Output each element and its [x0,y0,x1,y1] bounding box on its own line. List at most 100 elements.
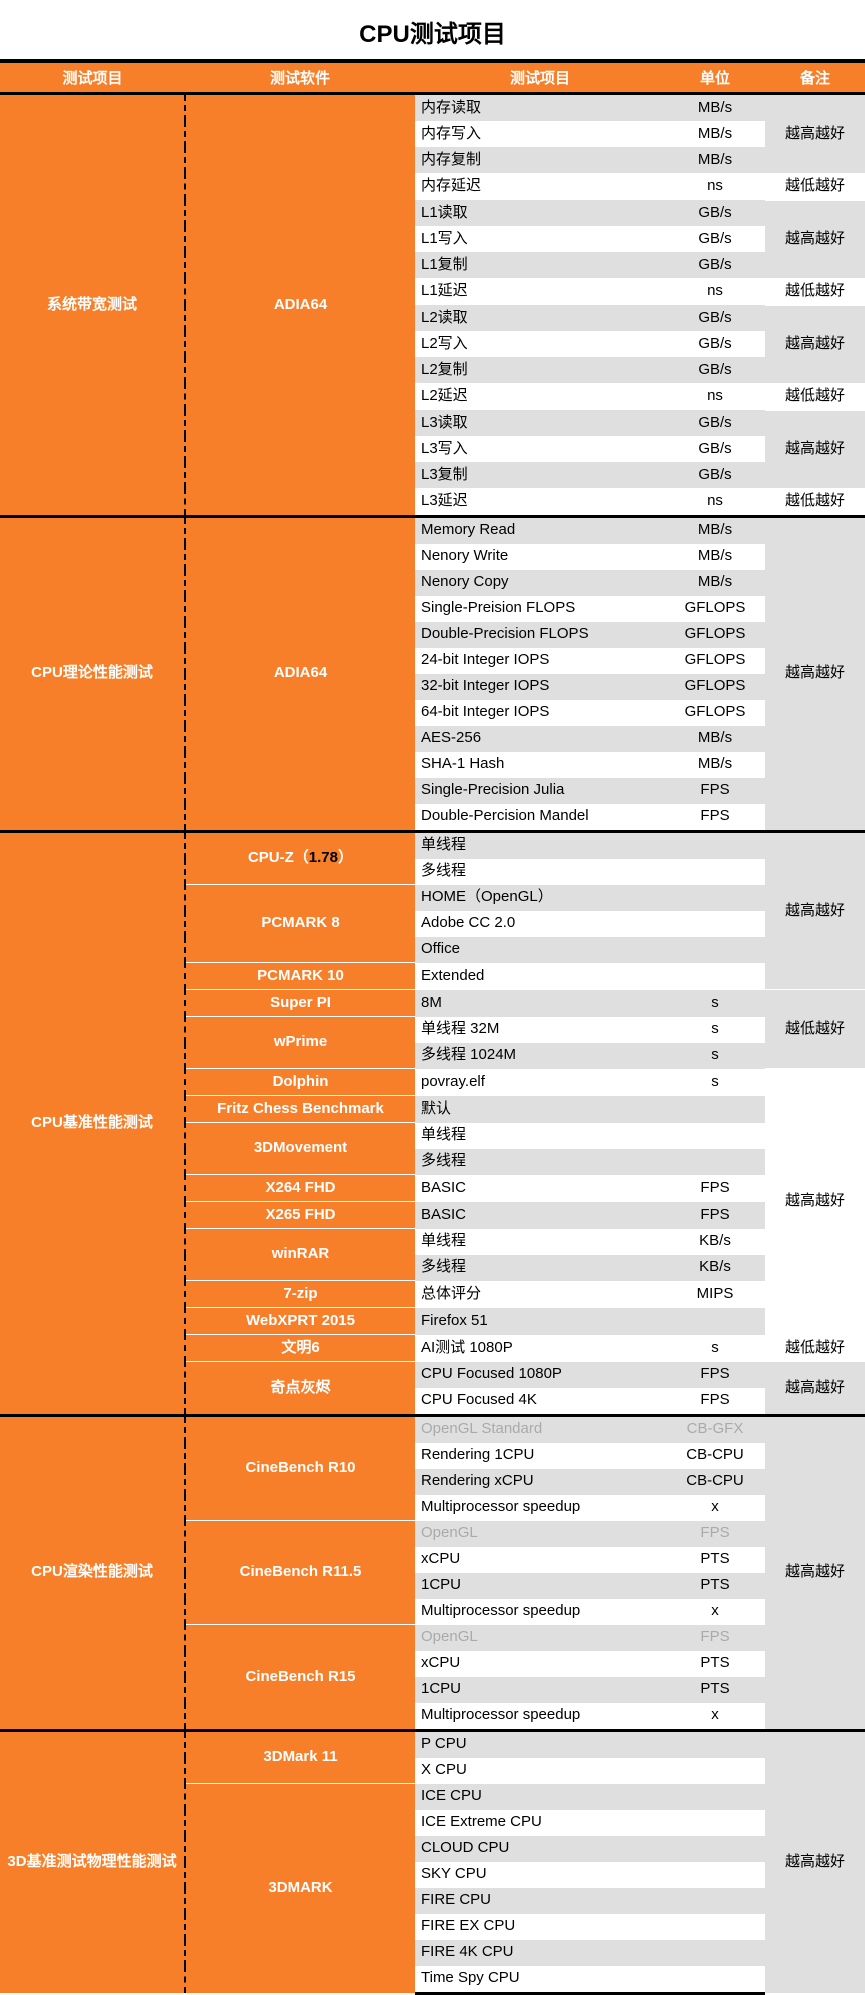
test-item: Adobe CC 2.0 [415,911,665,937]
test-item: SKY CPU [415,1862,665,1888]
unit-cell: KB/s [665,1255,765,1281]
note-cell: 越低越好 [765,990,865,1069]
software-cell: wPrime [185,1017,415,1069]
test-item: SHA-1 Hash [415,752,665,778]
software-cell: 7-zip [185,1281,415,1308]
unit-cell: ns [665,383,765,410]
software-cell: CineBench R10 [185,1415,415,1521]
test-item: AI测试 1080P [415,1335,665,1362]
unit-cell [665,1810,765,1836]
unit-cell [665,831,765,859]
unit-cell: x [665,1703,765,1731]
test-item: Multiprocessor speedup [415,1599,665,1625]
test-item: 单线程 [415,831,665,859]
test-item: xCPU [415,1547,665,1573]
page-title: CPU测试项目 [0,0,865,59]
table-row: 系统带宽测试ADIA64内存读取MB/s越高越好 [0,94,865,122]
unit-cell [665,1758,765,1784]
unit-cell: ns [665,488,765,516]
test-item: 多线程 [415,1255,665,1281]
test-item: ICE Extreme CPU [415,1810,665,1836]
unit-cell: PTS [665,1573,765,1599]
unit-cell: GFLOPS [665,596,765,622]
test-item: 64-bit Integer IOPS [415,700,665,726]
unit-cell: MIPS [665,1281,765,1308]
unit-cell: FPS [665,804,765,832]
unit-cell: GB/s [665,331,765,357]
test-item: OpenGL Standard [415,1415,665,1443]
table-header-row: 测试项目 测试软件 测试项目 单位 备注 [0,61,865,94]
test-item: L3写入 [415,436,665,462]
software-cell: WebXPRT 2015 [185,1308,415,1335]
unit-cell: GFLOPS [665,700,765,726]
test-item: 多线程 [415,859,665,885]
unit-cell: GB/s [665,200,765,226]
header-software: 测试软件 [185,61,415,94]
unit-cell [665,911,765,937]
test-item: L1复制 [415,252,665,278]
unit-cell [665,1149,765,1175]
note-cell: 越高越好 [765,200,865,278]
unit-cell: MB/s [665,516,765,544]
note-cell: 越低越好 [765,1335,865,1362]
unit-cell: MB/s [665,570,765,596]
note-cell: 越高越好 [765,1069,865,1335]
header-note: 备注 [765,61,865,94]
unit-cell: s [665,1069,765,1096]
software-cell: ADIA64 [185,516,415,831]
test-item: Extended [415,963,665,990]
test-item: FIRE CPU [415,1888,665,1914]
test-item: Rendering xCPU [415,1469,665,1495]
test-item: CPU Focused 1080P [415,1362,665,1388]
test-item: CPU Focused 4K [415,1388,665,1416]
software-cell: 3DMovement [185,1123,415,1175]
note-cell: 越低越好 [765,278,865,305]
category-cell: CPU基准性能测试 [0,831,185,1415]
category-cell: 3D基准测试物理性能测试 [0,1730,185,1993]
test-item: OpenGL [415,1625,665,1651]
unit-cell: CB-CPU [665,1443,765,1469]
unit-cell [665,1862,765,1888]
note-cell: 越高越好 [765,831,865,990]
test-item: 8M [415,990,665,1017]
unit-cell: FPS [665,778,765,804]
category-cell: 系统带宽测试 [0,94,185,517]
unit-cell: GB/s [665,462,765,488]
note-cell: 越高越好 [765,1730,865,1993]
note-cell: 越高越好 [765,1415,865,1730]
test-item: L2复制 [415,357,665,383]
test-item: 内存复制 [415,147,665,173]
test-item: Nenory Copy [415,570,665,596]
test-item: Firefox 51 [415,1308,665,1335]
software-cell: PCMARK 8 [185,885,415,963]
software-cell: X264 FHD [185,1175,415,1202]
software-cell: winRAR [185,1229,415,1281]
test-item: Single-Preision FLOPS [415,596,665,622]
software-cell: PCMARK 10 [185,963,415,990]
test-item: Nenory Write [415,544,665,570]
unit-cell: GB/s [665,252,765,278]
unit-cell: ns [665,173,765,200]
unit-cell: GFLOPS [665,622,765,648]
unit-cell: PTS [665,1547,765,1573]
test-item: 内存读取 [415,94,665,122]
note-cell: 越低越好 [765,383,865,410]
unit-cell: GFLOPS [665,648,765,674]
unit-cell: PTS [665,1651,765,1677]
table-row: CPU基准性能测试CPU-Z（1.78）单线程越高越好 [0,831,865,859]
unit-cell: GB/s [665,436,765,462]
test-item: BASIC [415,1202,665,1229]
unit-cell: FPS [665,1521,765,1547]
category-cell: CPU理论性能测试 [0,516,185,831]
test-item: L2写入 [415,331,665,357]
unit-cell: GB/s [665,226,765,252]
unit-cell: CB-GFX [665,1415,765,1443]
software-cell: 奇点灰烬 [185,1362,415,1416]
unit-cell: MB/s [665,752,765,778]
unit-cell: GB/s [665,357,765,383]
software-cell: 3DMark 11 [185,1730,415,1784]
unit-cell [665,1966,765,1994]
unit-cell: FPS [665,1175,765,1202]
note-cell: 越高越好 [765,94,865,174]
header-unit: 单位 [665,61,765,94]
